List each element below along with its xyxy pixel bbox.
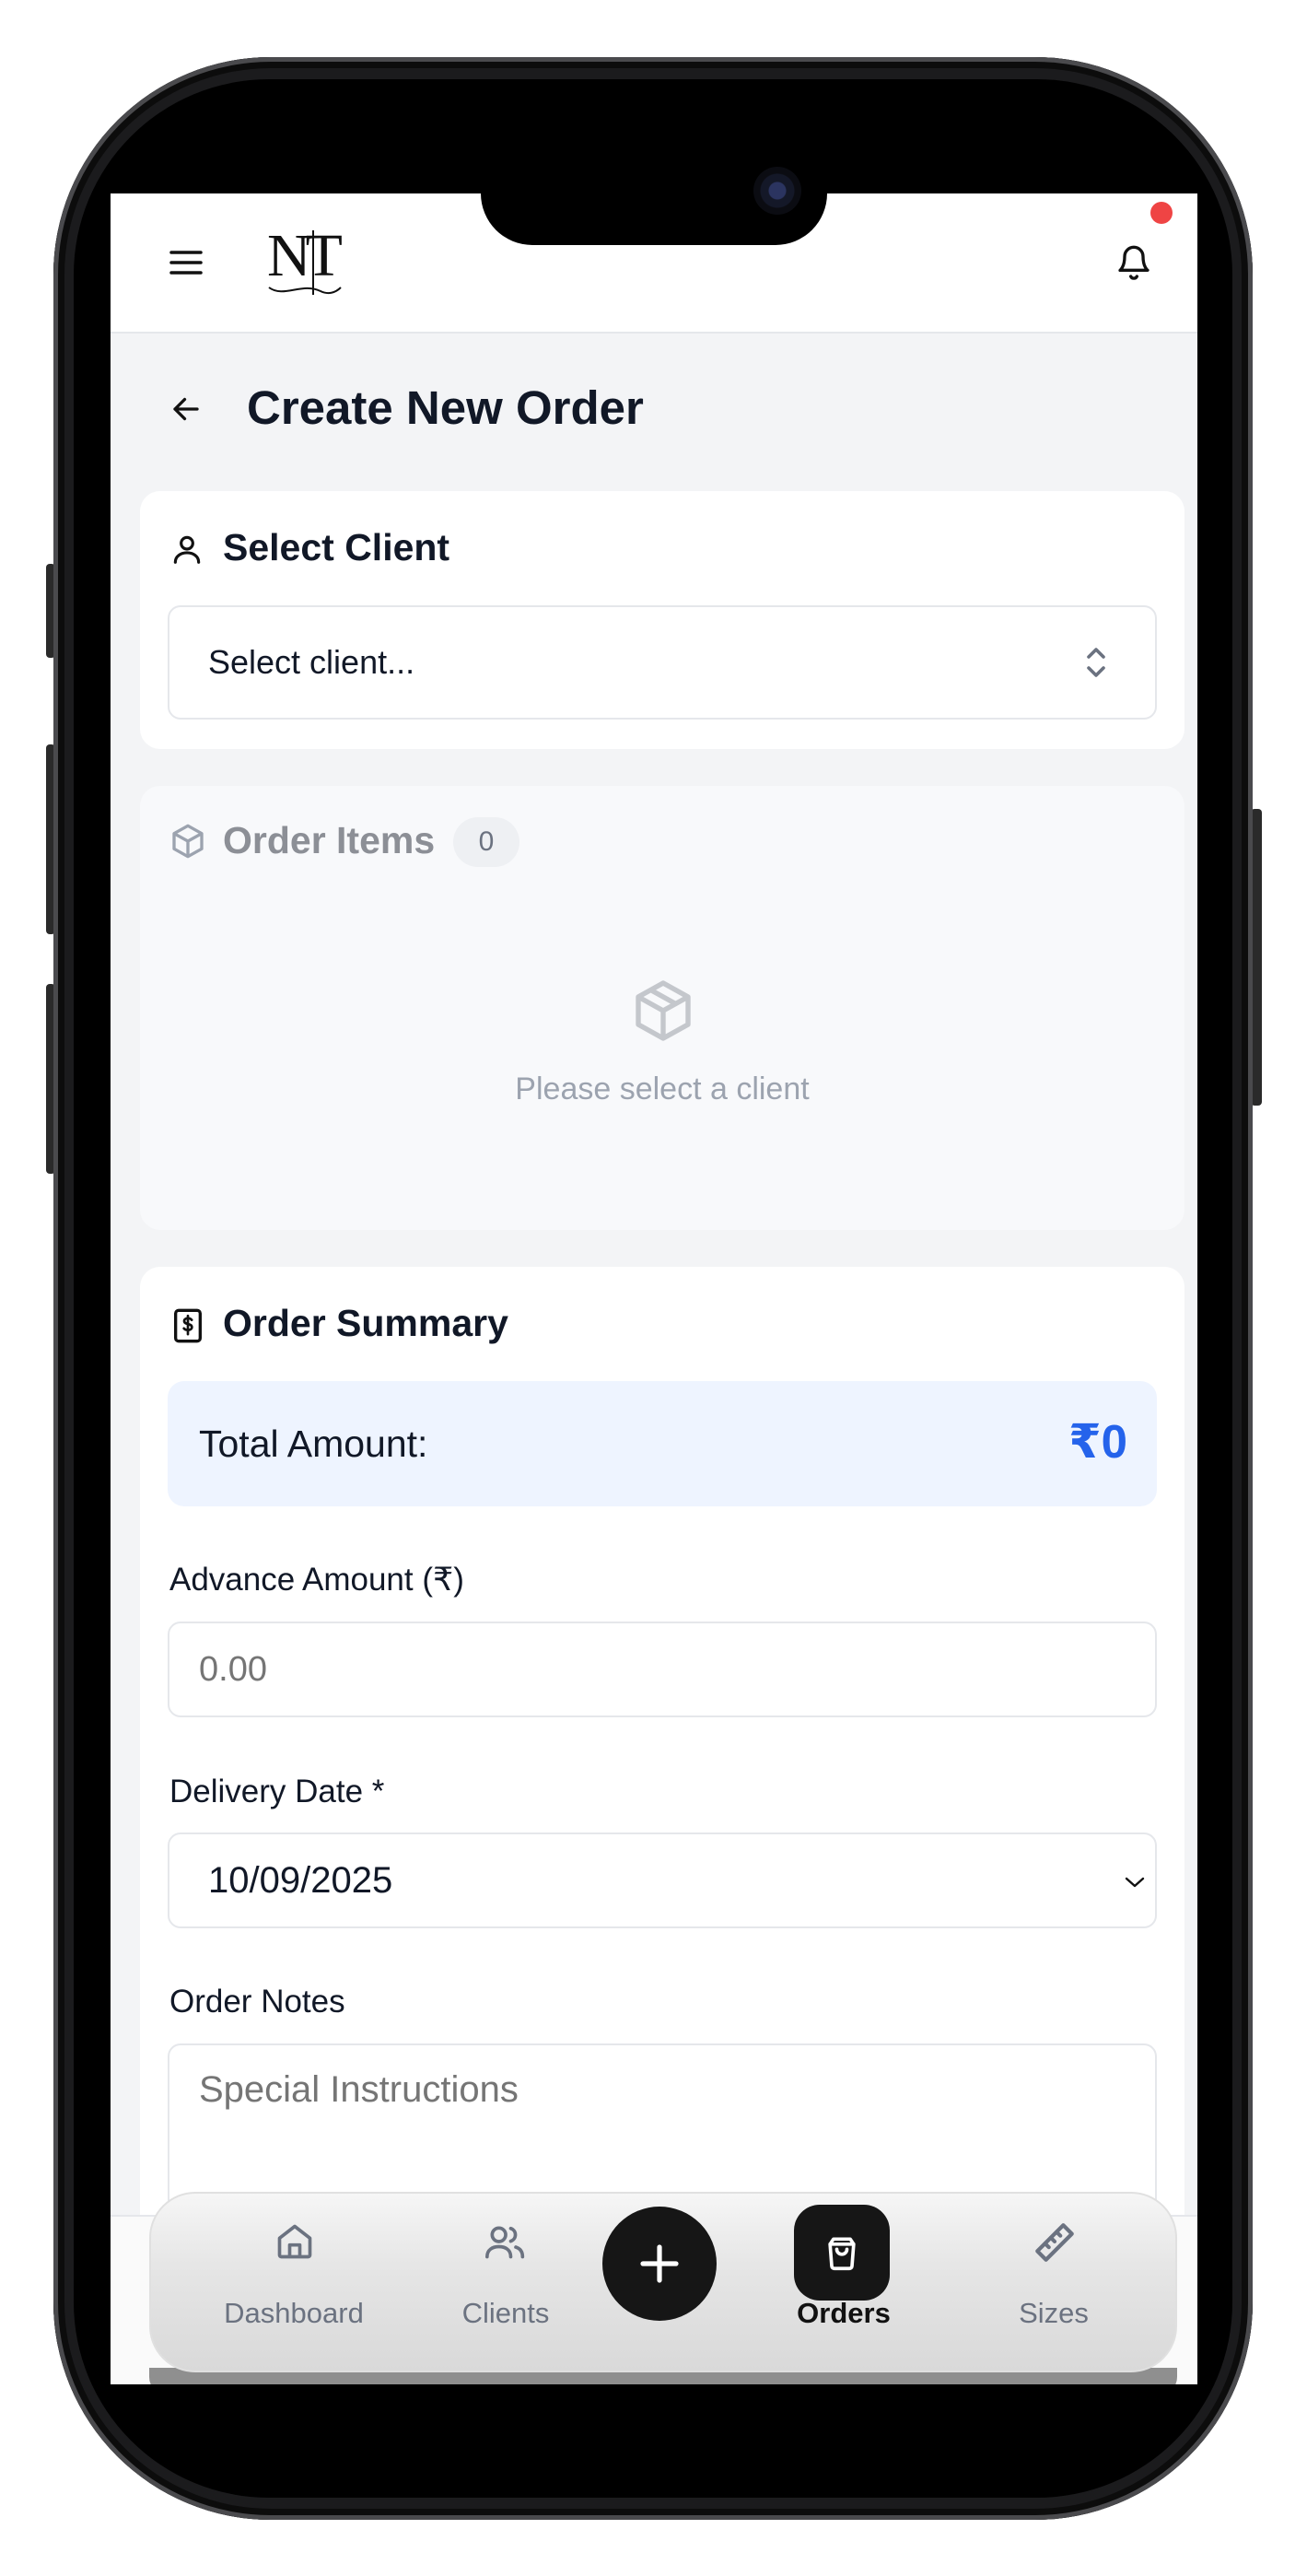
back-button[interactable] xyxy=(158,381,214,437)
chevrons-up-down-icon xyxy=(1087,648,1105,677)
notifications-button[interactable] xyxy=(1105,234,1162,291)
camera-icon xyxy=(753,167,801,215)
nav-item-orders[interactable]: Orders xyxy=(752,2205,936,2359)
add-order-button[interactable] xyxy=(602,2207,717,2321)
arrow-left-icon xyxy=(173,397,199,421)
hamburger-menu-icon xyxy=(169,251,203,275)
package-empty-icon xyxy=(636,980,691,1041)
nav-item-clients[interactable]: Clients xyxy=(418,2212,593,2359)
page-title: Create New Order xyxy=(247,381,644,434)
ruler-icon xyxy=(1035,2223,1074,2262)
total-amount-value: ₹0 xyxy=(1068,1415,1127,1468)
chevron-down-icon xyxy=(1125,1877,1145,1888)
shopping-bag-icon xyxy=(828,2237,856,2271)
user-icon xyxy=(173,535,201,564)
nav-label-orders: Orders xyxy=(797,2297,891,2329)
order-summary-title: Order Summary xyxy=(223,1302,508,1344)
delivery-date-select[interactable]: 10/09/2025 xyxy=(168,1832,1157,1928)
notification-dot xyxy=(1150,202,1173,224)
nav-item-sizes[interactable]: Sizes xyxy=(962,2212,1146,2359)
bottom-nav: Dashboard Clients Orders Sizes xyxy=(149,2192,1177,2372)
client-select-placeholder: Select client... xyxy=(208,643,415,681)
advance-amount-input[interactable] xyxy=(168,1622,1157,1717)
orders-icon-container xyxy=(794,2205,890,2301)
advance-amount-label: Advance Amount (₹) xyxy=(169,1562,464,1598)
order-items-card: Order Items 0 Please select a client xyxy=(140,786,1184,1230)
nav-label-sizes: Sizes xyxy=(1019,2297,1089,2329)
client-select[interactable]: Select client... xyxy=(168,605,1157,720)
nav-label-dashboard: Dashboard xyxy=(224,2297,364,2329)
menu-button[interactable] xyxy=(158,235,214,290)
users-icon xyxy=(484,2226,525,2259)
total-amount-label: Total Amount: xyxy=(199,1422,428,1465)
app-screen: NT Create New Order Select Client Select… xyxy=(111,193,1197,2384)
package-icon xyxy=(172,824,204,859)
order-items-count-badge: 0 xyxy=(453,817,519,867)
select-client-title: Select Client xyxy=(223,526,450,568)
order-items-empty-text: Please select a client xyxy=(515,1071,810,1107)
delivery-date-value: 10/09/2025 xyxy=(208,1859,393,1901)
plus-icon xyxy=(640,2244,679,2283)
logo-flourish xyxy=(268,230,342,295)
nav-item-dashboard[interactable]: Dashboard xyxy=(188,2212,400,2359)
order-items-count: 0 xyxy=(478,826,495,857)
delivery-date-label: Delivery Date * xyxy=(169,1774,385,1809)
total-amount-box: Total Amount: ₹0 xyxy=(168,1381,1157,1506)
order-notes-label: Order Notes xyxy=(169,1984,345,2020)
order-items-title: Order Items xyxy=(223,819,436,861)
nav-label-clients: Clients xyxy=(461,2297,550,2329)
home-icon xyxy=(277,2224,312,2259)
bell-icon xyxy=(1118,245,1149,280)
receipt-icon xyxy=(174,1308,202,1343)
select-client-card: Select Client Select client... xyxy=(140,491,1184,749)
